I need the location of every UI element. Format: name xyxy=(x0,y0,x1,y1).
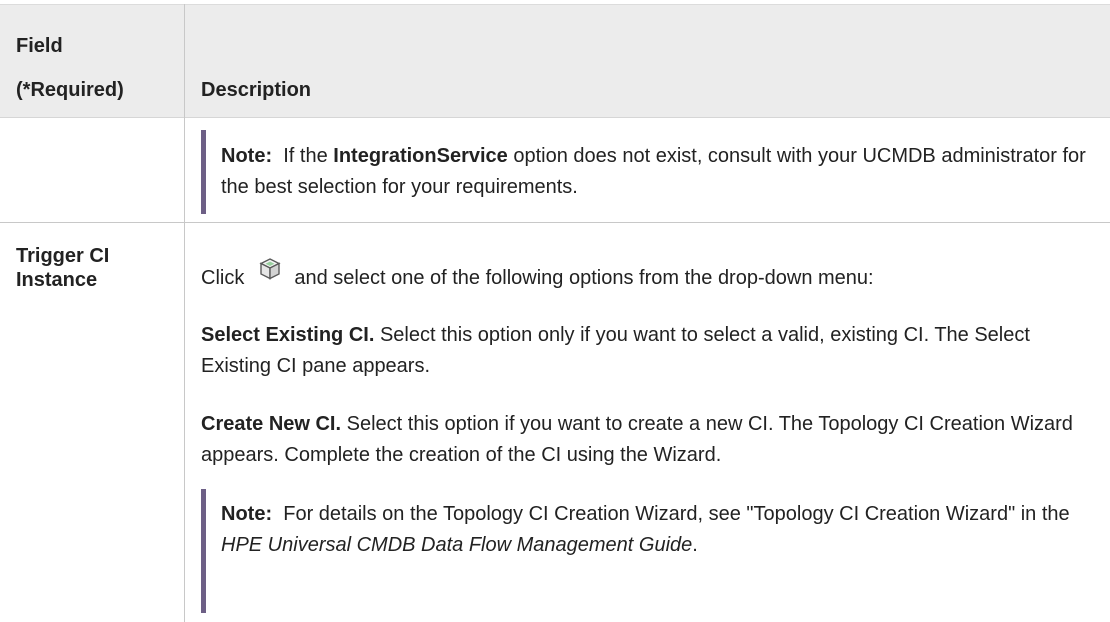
note-text-before: If the xyxy=(283,145,328,167)
note-text-before: For details on the Topology CI Creation … xyxy=(283,503,1070,525)
note-bar xyxy=(201,130,206,214)
option-select-existing-label: Select Existing CI. xyxy=(201,324,375,346)
option-create-new: Create New CI. Select this option if you… xyxy=(201,409,1091,471)
header-description: Description xyxy=(201,79,312,101)
option-create-new-label: Create New CI. xyxy=(201,413,342,435)
note-integration-service: Note: If the IntegrationService option d… xyxy=(221,141,1101,203)
note-label: Note: xyxy=(221,503,273,525)
field-trigger-ci: Trigger CI xyxy=(16,245,110,267)
note-topology-wizard: Note: For details on the Topology CI Cre… xyxy=(221,499,1101,561)
click-rest: and select one of the following options … xyxy=(294,267,874,289)
header-field: Field xyxy=(16,35,63,57)
option-select-existing: Select Existing CI. Select this option o… xyxy=(201,320,1091,382)
click-instruction: Click and select one of the following op… xyxy=(201,258,1091,294)
column-divider xyxy=(184,4,185,622)
table-header xyxy=(0,4,1110,118)
fields-table: Field (*Required) Description Note: If t… xyxy=(0,0,1110,622)
ci-cube-icon xyxy=(258,257,282,281)
note-bar xyxy=(201,489,206,613)
note-bold-term: IntegrationService xyxy=(333,145,508,167)
note-label: Note: xyxy=(221,145,273,167)
note-text-after: . xyxy=(692,534,698,556)
note-guide-title: HPE Universal CMDB Data Flow Management … xyxy=(221,534,693,556)
header-required: (*Required) xyxy=(16,79,124,101)
click-word: Click xyxy=(201,267,245,289)
row-divider xyxy=(0,222,1110,223)
field-instance: Instance xyxy=(16,269,98,291)
